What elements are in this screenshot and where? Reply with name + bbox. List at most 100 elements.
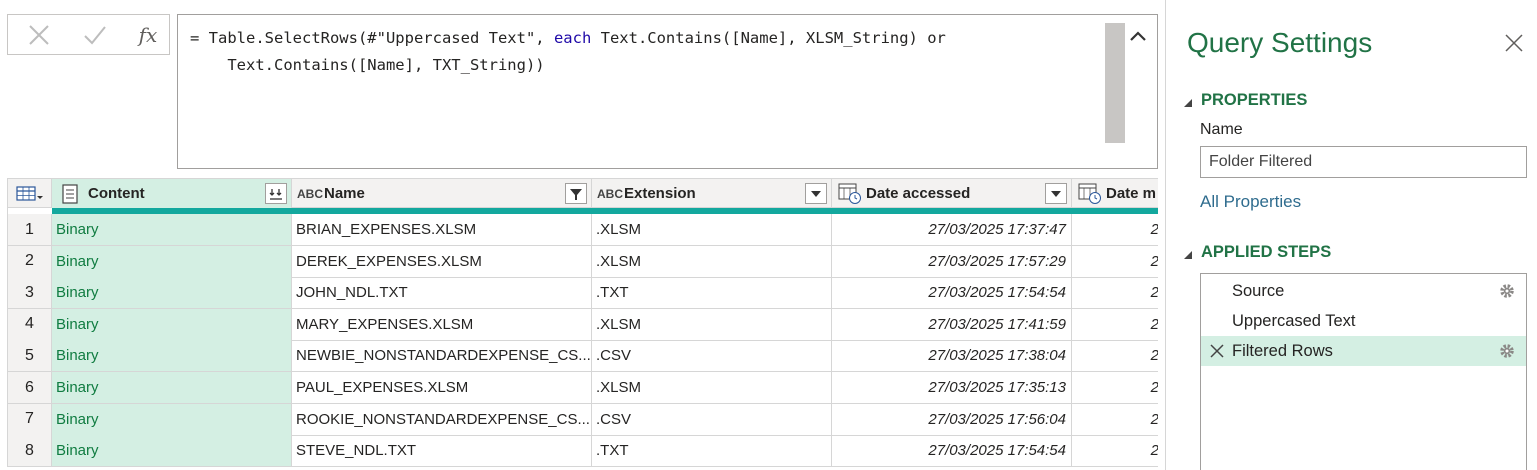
cell-date-modified[interactable]: 2 xyxy=(1072,214,1158,245)
table-row[interactable]: 7 Binary ROOKIE_NONSTANDARDEXPENSE_CS... .C… xyxy=(8,403,1158,436)
cell-date-accessed[interactable]: 27/03/2025 17:37:47 xyxy=(832,214,1072,245)
cell-name[interactable]: MARY_EXPENSES.XLSM xyxy=(292,308,592,340)
delete-step-icon[interactable] xyxy=(1209,343,1225,359)
properties-section-header[interactable]: PROPERTIES xyxy=(1182,91,1307,110)
cell-extension[interactable]: .XLSM xyxy=(592,214,832,245)
fx-icon[interactable]: fx xyxy=(134,21,162,49)
section-label: APPLIED STEPS xyxy=(1201,243,1332,261)
table-row[interactable]: 6 Binary PAUL_EXPENSES.XLSM .XLSM 27/03/2025… xyxy=(8,372,1158,404)
filter-applied-icon[interactable] xyxy=(565,183,587,204)
cell-extension[interactable]: .XLSM xyxy=(592,245,832,277)
step-uppercased-text[interactable]: Uppercased Text xyxy=(1201,306,1526,336)
row-number[interactable]: 4 xyxy=(8,308,52,340)
cell-content[interactable]: Binary xyxy=(52,245,292,277)
cell-extension[interactable]: .XLSM xyxy=(592,308,832,340)
query-name-input[interactable] xyxy=(1200,146,1527,178)
formula-text[interactable]: = Table.SelectRows(#"Uppercased Text", e… xyxy=(190,25,1095,79)
all-properties-link[interactable]: All Properties xyxy=(1200,192,1301,212)
row-number[interactable]: 7 xyxy=(8,403,52,435)
column-header-name[interactable]: ABC Name xyxy=(292,179,592,208)
collapse-triangle-icon[interactable] xyxy=(1182,247,1194,259)
close-icon[interactable] xyxy=(1503,32,1525,54)
cell-content[interactable]: Binary xyxy=(52,403,292,435)
cell-date-modified[interactable]: 2 xyxy=(1072,435,1158,466)
cell-date-modified[interactable]: 2 xyxy=(1072,340,1158,371)
dropdown-icon[interactable] xyxy=(805,183,827,204)
confirm-formula-icon[interactable] xyxy=(82,22,108,48)
cell-date-accessed[interactable]: 27/03/2025 17:54:54 xyxy=(832,277,1072,309)
cell-extension[interactable]: .XLSM xyxy=(592,372,832,403)
grid-header-row: Content ABC Name ABC Extension Date acce… xyxy=(8,178,1158,208)
collapse-triangle-icon[interactable] xyxy=(1182,95,1194,107)
table-row[interactable]: 5 Binary NEWBIE_NONSTANDARDEXPENSE_CS... .C… xyxy=(8,340,1158,373)
cell-date-accessed[interactable]: 27/03/2025 17:57:29 xyxy=(832,245,1072,277)
gear-icon[interactable] xyxy=(1498,342,1516,360)
row-number[interactable]: 8 xyxy=(8,435,52,467)
cell-extension[interactable]: .TXT xyxy=(592,435,832,467)
table-row[interactable]: 4 Binary MARY_EXPENSES.XLSM .XLSM 27/03/2025… xyxy=(8,308,1158,341)
cell-content[interactable]: Binary xyxy=(52,277,292,309)
applied-steps-section-header[interactable]: APPLIED STEPS xyxy=(1182,243,1331,262)
cell-content[interactable]: Binary xyxy=(52,435,292,467)
cancel-formula-icon[interactable] xyxy=(26,22,52,48)
cell-name[interactable]: NEWBIE_NONSTANDARDEXPENSE_CS... xyxy=(292,340,592,372)
cell-name[interactable]: ROOKIE_NONSTANDARDEXPENSE_CS... xyxy=(292,403,592,435)
datetime-type-icon xyxy=(838,183,862,205)
cell-extension[interactable]: .TXT xyxy=(592,277,832,309)
cell-name[interactable]: JOHN_NDL.TXT xyxy=(292,277,592,309)
data-grid: Content ABC Name ABC Extension Date acce… xyxy=(7,178,1158,467)
cell-name[interactable]: DEREK_EXPENSES.XLSM xyxy=(292,245,592,277)
formula-line2: Text.Contains([Name], TXT_String)) xyxy=(190,56,545,74)
query-settings-title: Query Settings xyxy=(1187,27,1373,58)
step-filtered-rows[interactable]: Filtered Rows xyxy=(1201,336,1526,366)
table-row[interactable]: 3 Binary JOHN_NDL.TXT .TXT 27/03/2025 17:54:… xyxy=(8,277,1158,310)
cell-date-modified[interactable]: 2 xyxy=(1072,277,1158,308)
formula-scrollbar[interactable] xyxy=(1105,23,1125,143)
cell-date-modified[interactable]: 2 xyxy=(1072,404,1158,435)
cell-name[interactable]: STEVE_NDL.TXT xyxy=(292,435,592,467)
column-label: Name xyxy=(324,185,365,202)
row-number[interactable]: 6 xyxy=(8,372,52,403)
row-number[interactable]: 1 xyxy=(8,214,52,245)
row-number[interactable]: 5 xyxy=(8,340,52,372)
cell-date-modified[interactable]: 2 xyxy=(1072,246,1158,277)
cell-content[interactable]: Binary xyxy=(52,340,292,372)
table-row[interactable]: 2 Binary DEREK_EXPENSES.XLSM .XLSM 27/03/202… xyxy=(8,245,1158,278)
column-header-extension[interactable]: ABC Extension xyxy=(592,179,832,208)
column-header-date-modified[interactable]: Date m xyxy=(1072,179,1158,208)
dropdown-icon[interactable] xyxy=(1045,183,1067,204)
cell-date-accessed[interactable]: 27/03/2025 17:35:13 xyxy=(832,372,1072,403)
formula-line1-end: Text.Contains([Name], XLSM_String) or xyxy=(591,29,946,47)
row-number[interactable]: 3 xyxy=(8,277,52,309)
gear-icon[interactable] xyxy=(1498,282,1516,300)
pane-divider xyxy=(1165,0,1166,470)
cell-date-accessed[interactable]: 27/03/2025 17:41:59 xyxy=(832,308,1072,340)
text-type-icon: ABC xyxy=(597,186,623,201)
step-source[interactable]: Source xyxy=(1201,276,1526,306)
formula-editor[interactable]: = Table.SelectRows(#"Uppercased Text", e… xyxy=(177,14,1158,169)
expand-icon[interactable] xyxy=(265,183,287,204)
cell-name[interactable]: BRIAN_EXPENSES.XLSM xyxy=(292,214,592,245)
cell-date-accessed[interactable]: 27/03/2025 17:54:54 xyxy=(832,435,1072,467)
step-label: Filtered Rows xyxy=(1232,341,1333,360)
cell-content[interactable]: Binary xyxy=(52,214,292,245)
column-header-date-accessed[interactable]: Date accessed xyxy=(832,179,1072,208)
cell-date-accessed[interactable]: 27/03/2025 17:56:04 xyxy=(832,403,1072,435)
cell-date-modified[interactable]: 2 xyxy=(1072,372,1158,403)
cell-extension[interactable]: .CSV xyxy=(592,340,832,372)
cell-date-modified[interactable]: 2 xyxy=(1072,309,1158,340)
column-label: Content xyxy=(88,185,145,202)
cell-date-accessed[interactable]: 27/03/2025 17:38:04 xyxy=(832,340,1072,372)
column-header-content[interactable]: Content xyxy=(52,179,292,208)
cell-content[interactable]: Binary xyxy=(52,372,292,403)
name-label: Name xyxy=(1200,121,1243,138)
table-row[interactable]: 1 Binary BRIAN_EXPENSES.XLSM .XLSM 27/03/202… xyxy=(8,214,1158,246)
formula-line1-start: = Table.SelectRows(#"Uppercased Text", xyxy=(190,29,554,47)
table-menu-icon[interactable] xyxy=(8,179,52,208)
cell-content[interactable]: Binary xyxy=(52,308,292,340)
cell-extension[interactable]: .CSV xyxy=(592,403,832,435)
table-row[interactable]: 8 Binary STEVE_NDL.TXT .TXT 27/03/2025 17:54… xyxy=(8,435,1158,467)
cell-name[interactable]: PAUL_EXPENSES.XLSM xyxy=(292,372,592,403)
chevron-up-icon[interactable] xyxy=(1127,25,1149,47)
row-number[interactable]: 2 xyxy=(8,245,52,277)
